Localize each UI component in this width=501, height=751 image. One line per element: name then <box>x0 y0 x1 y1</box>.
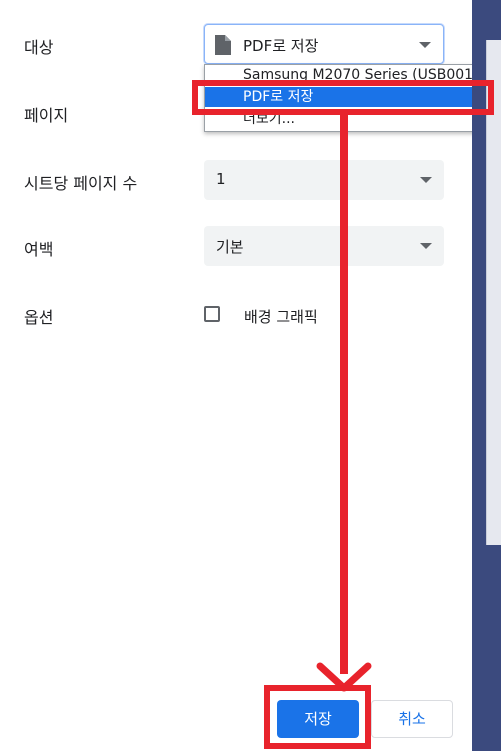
background-graphics-label[interactable]: 배경 그래픽 <box>244 306 318 327</box>
annotation-arrow-line <box>340 114 348 674</box>
scrollbar[interactable] <box>486 40 501 545</box>
options-label: 옵션 <box>24 308 54 327</box>
chevron-down-icon <box>420 177 432 183</box>
margins-select[interactable]: 기본 <box>204 226 444 266</box>
pages-label: 페이지 <box>24 106 69 125</box>
highlight-box-save-button <box>264 685 371 749</box>
pages-per-sheet-label: 시트당 페이지 수 <box>24 174 138 193</box>
document-icon <box>215 35 231 55</box>
margins-value: 기본 <box>216 238 244 256</box>
highlight-box-pdf-option <box>192 80 494 115</box>
destination-label: 대상 <box>24 38 54 57</box>
chevron-down-icon <box>419 42 431 48</box>
pages-per-sheet-select[interactable]: 1 <box>204 160 444 200</box>
margins-label: 여백 <box>24 240 54 259</box>
background-graphics-checkbox[interactable] <box>204 306 220 322</box>
chevron-down-icon <box>420 243 432 249</box>
destination-value: PDF로 저장 <box>243 37 319 55</box>
destination-select[interactable]: PDF로 저장 <box>204 24 444 64</box>
cancel-button[interactable]: 취소 <box>371 700 453 738</box>
pages-per-sheet-value: 1 <box>216 170 226 188</box>
